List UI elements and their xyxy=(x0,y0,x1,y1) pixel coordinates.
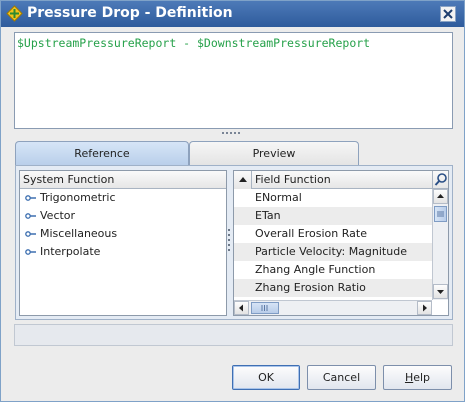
help-mnemonic: H xyxy=(404,371,414,384)
tree-node-icon[interactable] xyxy=(25,213,36,219)
arrow-up-icon xyxy=(437,194,444,198)
cancel-button[interactable]: Cancel xyxy=(307,365,376,390)
table-row[interactable]: ENormal xyxy=(234,189,432,207)
magnifier-icon xyxy=(434,173,447,186)
tab-reference[interactable]: Reference xyxy=(15,141,189,165)
vertical-scrollbar[interactable] xyxy=(432,189,448,300)
field-function-table[interactable]: Field Function ENormal ETan Overall Eros… xyxy=(233,170,449,316)
grip-icon xyxy=(437,211,444,217)
field-function-rows: ENormal ETan Overall Erosion Rate Partic… xyxy=(234,189,432,297)
title-bar[interactable]: Pressure Drop - Definition xyxy=(1,1,464,27)
close-button[interactable] xyxy=(440,6,456,22)
tree-item-interpolate[interactable]: Interpolate xyxy=(20,243,226,261)
help-button[interactable]: Help xyxy=(383,365,452,390)
close-icon xyxy=(443,9,453,19)
splitter-handle[interactable] xyxy=(222,132,244,136)
table-row[interactable]: Zhang Angle Function xyxy=(234,261,432,279)
table-row[interactable]: Particle Velocity: Magnitude xyxy=(234,243,432,261)
arrow-down-icon xyxy=(437,290,444,294)
tree-item-label: Interpolate xyxy=(40,245,101,258)
tab-strip: Reference Preview xyxy=(15,141,455,166)
vertical-scroll-thumb[interactable] xyxy=(434,206,447,222)
tree-item-label: Trigonometric xyxy=(40,191,116,204)
tree-item-trigonometric[interactable]: Trigonometric xyxy=(20,189,226,207)
table-row[interactable]: ETan xyxy=(234,207,432,225)
tree-item-label: Vector xyxy=(40,209,76,222)
grip-icon xyxy=(261,305,268,311)
expression-editor[interactable]: $UpstreamPressureReport - $DownstreamPre… xyxy=(14,32,453,129)
horizontal-scroll-thumb[interactable] xyxy=(251,302,279,314)
system-function-header[interactable]: System Function xyxy=(20,171,226,189)
reference-panel: System Function Trigonometric Vector Mis… xyxy=(15,165,453,320)
horizontal-scrollbar[interactable] xyxy=(234,300,432,315)
tab-preview[interactable]: Preview xyxy=(189,141,359,165)
app-icon xyxy=(6,5,23,22)
tree-item-vector[interactable]: Vector xyxy=(20,207,226,225)
sort-up-icon xyxy=(239,177,247,182)
tree-node-icon[interactable] xyxy=(25,231,36,237)
status-bar xyxy=(14,324,453,346)
system-function-list[interactable]: System Function Trigonometric Vector Mis… xyxy=(19,170,227,316)
tree-item-label: Miscellaneous xyxy=(40,227,118,240)
dialog-window: Pressure Drop - Definition $UpstreamPres… xyxy=(0,0,465,402)
expression-text[interactable]: $UpstreamPressureReport - $DownstreamPre… xyxy=(17,36,450,50)
scroll-down-button[interactable] xyxy=(433,284,448,299)
table-row[interactable]: Zhang Erosion Ratio xyxy=(234,279,432,297)
ok-button[interactable]: OK xyxy=(232,365,300,390)
scroll-right-button[interactable] xyxy=(417,301,432,315)
scroll-up-button[interactable] xyxy=(433,189,448,204)
window-title: Pressure Drop - Definition xyxy=(27,5,233,21)
scroll-left-button[interactable] xyxy=(234,301,249,315)
sort-column-header[interactable] xyxy=(234,171,252,189)
tree-node-icon[interactable] xyxy=(25,249,36,255)
tree-node-icon[interactable] xyxy=(25,195,36,201)
arrow-left-icon xyxy=(239,304,243,312)
field-function-header[interactable]: Field Function xyxy=(252,171,432,189)
help-label-rest: elp xyxy=(413,371,431,384)
search-button[interactable] xyxy=(432,171,448,189)
arrow-right-icon xyxy=(423,304,427,312)
table-row[interactable]: Overall Erosion Rate xyxy=(234,225,432,243)
vertical-splitter-handle[interactable] xyxy=(228,229,231,255)
tree-item-miscellaneous[interactable]: Miscellaneous xyxy=(20,225,226,243)
